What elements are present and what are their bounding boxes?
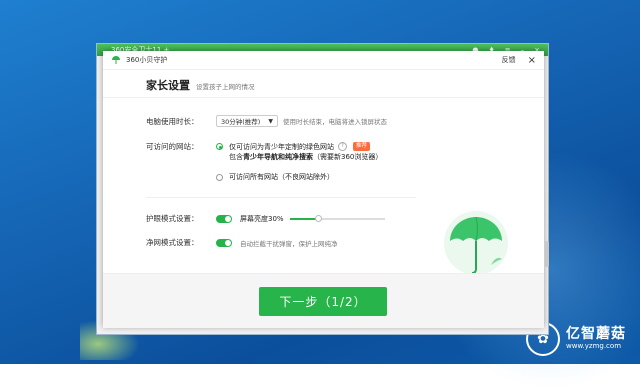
radio-all-sites[interactable]: [216, 173, 223, 181]
net-mode-label: 净网模式设置：: [146, 238, 199, 247]
eye-mode-row: 护眼模式设置： 屏幕亮度30%: [146, 213, 385, 224]
green-sites-detail-suffix: （需要新360浏览器）: [313, 153, 383, 161]
help-icon[interactable]: ?: [338, 142, 347, 151]
dialog-title: 360小贝守护: [126, 56, 168, 64]
websites-row: 可访问的网站： 仅可访问为青少年定制的绿色网站 ? 推荐: [146, 141, 371, 152]
green-sites-detail-prefix: 包含: [229, 153, 243, 161]
eye-mode-label: 护眼模式设置：: [146, 214, 199, 223]
net-mode-text: 自动拦截干扰弹窗，保护上网纯净: [240, 239, 338, 248]
page-title: 家长设置: [146, 79, 190, 92]
green-sites-detail: 包含 青少年导航和纯净搜索 （需要新360浏览器）: [216, 152, 382, 162]
usage-time-hint: 使用时长结束，电脑将进入锁屏状态: [283, 118, 387, 126]
dialog-titlebar: 360小贝守护 反馈 ×: [103, 51, 544, 70]
radio-green-sites[interactable]: [216, 143, 223, 150]
brightness-slider-fill: [289, 217, 319, 220]
all-sites-row: 可访问所有网站（不良网站除外）: [216, 172, 334, 182]
watermark-brand: 亿智蘑菇: [566, 326, 626, 343]
header-divider: [103, 97, 544, 98]
green-sites-detail-bold: 青少年导航和纯净搜索: [243, 153, 313, 161]
brightness-slider-knob[interactable]: [315, 214, 323, 222]
umbrella-illustration-icon: [444, 211, 508, 275]
page-subtitle: 设置孩子上网的情况: [196, 83, 255, 91]
websites-label: 可访问的网站：: [146, 142, 199, 151]
next-step-button[interactable]: 下一步（1/2）: [259, 287, 387, 316]
option-green-sites[interactable]: 仅可访问为青少年定制的绿色网站: [229, 142, 334, 152]
usage-time-row: 电脑使用时长： 30分钟(推荐) ▼ 使用时长结束，电脑将进入锁屏状态: [146, 115, 387, 127]
settings-header: 家长设置 设置孩子上网的情况: [146, 77, 255, 93]
parental-settings-dialog: 360小贝守护 反馈 × 家长设置 设置孩子上网的情况 电脑使用时长： 30分钟…: [103, 51, 549, 328]
option-all-sites[interactable]: 可访问所有网站（不良网站除外）: [229, 172, 334, 182]
section-divider: [146, 197, 416, 198]
recommend-badge: 推荐: [353, 142, 371, 151]
dialog-footer: 下一步（1/2）: [103, 273, 544, 328]
dialog-close-button[interactable]: ×: [528, 55, 536, 66]
net-mode-row: 净网模式设置： 自动拦截干扰弹窗，保护上网纯净: [146, 237, 338, 248]
brightness-text: 屏幕亮度30%: [240, 214, 284, 223]
brightness-slider[interactable]: [289, 214, 385, 222]
usage-time-label: 电脑使用时长：: [146, 116, 199, 126]
scrollbar[interactable]: [545, 241, 549, 267]
eye-mode-toggle[interactable]: [216, 214, 232, 223]
umbrella-icon: [112, 56, 120, 64]
chevron-down-icon: ▼: [268, 117, 273, 125]
usage-time-value: 30分钟(推荐): [221, 118, 261, 126]
net-mode-toggle[interactable]: [216, 238, 232, 247]
usage-time-select[interactable]: 30分钟(推荐) ▼: [216, 115, 278, 127]
feedback-link[interactable]: 反馈: [502, 55, 516, 65]
watermark-url: www.yzmg.com: [566, 341, 622, 350]
